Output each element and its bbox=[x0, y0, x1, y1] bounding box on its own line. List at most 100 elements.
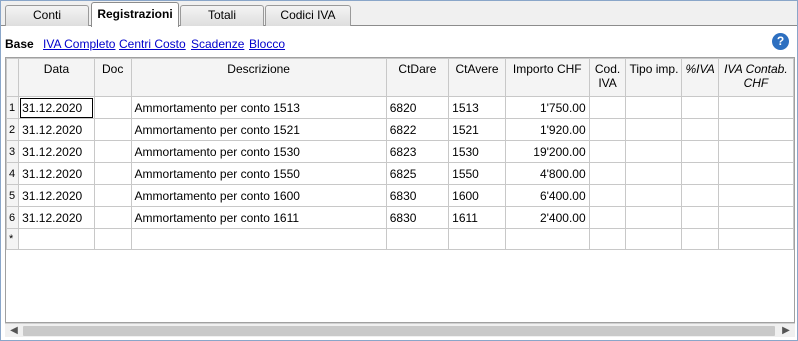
cell-ctdare[interactable]: 6830 bbox=[385, 206, 450, 229]
cell-ctdare[interactable]: 6830 bbox=[385, 184, 450, 207]
cell-doc[interactable] bbox=[93, 118, 132, 141]
cell-tipo-imp[interactable] bbox=[625, 206, 683, 229]
cell-perc-iva[interactable] bbox=[681, 96, 719, 119]
cell-descrizione[interactable]: Ammortamento per conto 1550 bbox=[130, 162, 387, 185]
cell-importo[interactable]: 2'400.00 bbox=[504, 206, 590, 229]
cell-perc-iva[interactable] bbox=[681, 228, 719, 250]
cell-data[interactable]: 31.12.2020 bbox=[18, 96, 95, 119]
cell-doc[interactable] bbox=[93, 162, 132, 185]
scroll-left-icon[interactable]: ◀ bbox=[7, 324, 21, 338]
cell-doc[interactable] bbox=[93, 140, 132, 163]
cell-iva-contab[interactable] bbox=[717, 162, 794, 185]
header-iva-contab[interactable]: IVA Contab. CHF bbox=[717, 58, 794, 97]
cell-descrizione[interactable]: Ammortamento per conto 1600 bbox=[130, 184, 387, 207]
view-centri-costo[interactable]: Centri Costo bbox=[119, 37, 186, 51]
cell-perc-iva[interactable] bbox=[681, 206, 719, 229]
cell-doc[interactable] bbox=[93, 228, 132, 250]
cell-ctavere[interactable]: 1513 bbox=[448, 96, 506, 119]
cell-importo[interactable] bbox=[504, 228, 590, 250]
cell-ctavere[interactable]: 1550 bbox=[448, 162, 506, 185]
horizontal-scrollbar[interactable]: ◀ ▶ bbox=[5, 323, 795, 337]
cell-importo[interactable]: 4'800.00 bbox=[504, 162, 590, 185]
row-number[interactable]: 6 bbox=[6, 206, 20, 229]
scroll-right-icon[interactable]: ▶ bbox=[779, 324, 793, 338]
cell-descrizione[interactable]: Ammortamento per conto 1611 bbox=[130, 206, 387, 229]
help-icon[interactable]: ? bbox=[772, 33, 789, 50]
cell-descrizione[interactable] bbox=[130, 228, 387, 250]
cell-perc-iva[interactable] bbox=[681, 140, 719, 163]
cell-tipo-imp[interactable] bbox=[625, 140, 683, 163]
tab-totali[interactable]: Totali bbox=[180, 5, 264, 26]
header-cod-iva[interactable]: Cod. IVA bbox=[588, 58, 627, 97]
cell-perc-iva[interactable] bbox=[681, 184, 719, 207]
header-tipo-imp[interactable]: Tipo imp. bbox=[625, 58, 683, 97]
table-row[interactable]: 4 31.12.2020 Ammortamento per conto 1550… bbox=[6, 162, 794, 185]
cell-ctavere[interactable]: 1521 bbox=[448, 118, 506, 141]
table-row[interactable]: 6 31.12.2020 Ammortamento per conto 1611… bbox=[6, 206, 794, 229]
header-ctavere[interactable]: CtAvere bbox=[448, 58, 506, 97]
cell-tipo-imp[interactable] bbox=[625, 228, 683, 250]
cell-ctdare[interactable]: 6825 bbox=[385, 162, 450, 185]
cell-cod-iva[interactable] bbox=[588, 96, 627, 119]
cell-data[interactable]: 31.12.2020 bbox=[18, 206, 95, 229]
new-row-marker[interactable]: * bbox=[6, 228, 20, 250]
cell-ctdare[interactable] bbox=[385, 228, 450, 250]
row-number[interactable]: 1 bbox=[6, 96, 20, 119]
cell-cod-iva[interactable] bbox=[588, 206, 627, 229]
cell-ctavere[interactable]: 1530 bbox=[448, 140, 506, 163]
header-ctdare[interactable]: CtDare bbox=[385, 58, 450, 97]
view-blocco[interactable]: Blocco bbox=[249, 37, 285, 51]
header-importo[interactable]: Importo CHF bbox=[504, 58, 590, 97]
header-doc[interactable]: Doc bbox=[93, 58, 132, 97]
cell-iva-contab[interactable] bbox=[717, 206, 794, 229]
cell-doc[interactable] bbox=[93, 96, 132, 119]
tab-registrazioni[interactable]: Registrazioni bbox=[91, 2, 179, 27]
cell-ctavere[interactable]: 1611 bbox=[448, 206, 506, 229]
table-row[interactable]: 2 31.12.2020 Ammortamento per conto 1521… bbox=[6, 118, 794, 141]
row-number[interactable]: 2 bbox=[6, 118, 20, 141]
cell-data[interactable]: 31.12.2020 bbox=[18, 118, 95, 141]
cell-ctavere[interactable]: 1600 bbox=[448, 184, 506, 207]
cell-descrizione[interactable]: Ammortamento per conto 1521 bbox=[130, 118, 387, 141]
cell-descrizione[interactable]: Ammortamento per conto 1513 bbox=[130, 96, 387, 119]
cell-descrizione[interactable]: Ammortamento per conto 1530 bbox=[130, 140, 387, 163]
cell-tipo-imp[interactable] bbox=[625, 118, 683, 141]
cell-doc[interactable] bbox=[93, 206, 132, 229]
scrollbar-thumb[interactable] bbox=[23, 326, 775, 336]
cell-iva-contab[interactable] bbox=[717, 118, 794, 141]
cell-cod-iva[interactable] bbox=[588, 140, 627, 163]
tab-conti[interactable]: Conti bbox=[5, 5, 89, 26]
cell-tipo-imp[interactable] bbox=[625, 96, 683, 119]
header-data[interactable]: Data bbox=[18, 58, 95, 97]
cell-importo[interactable]: 6'400.00 bbox=[504, 184, 590, 207]
cell-ctdare[interactable]: 6823 bbox=[385, 140, 450, 163]
table-row[interactable]: 5 31.12.2020 Ammortamento per conto 1600… bbox=[6, 184, 794, 207]
cell-importo[interactable]: 1'920.00 bbox=[504, 118, 590, 141]
cell-cod-iva[interactable] bbox=[588, 184, 627, 207]
cell-cod-iva[interactable] bbox=[588, 228, 627, 250]
cell-data[interactable]: 31.12.2020 bbox=[18, 162, 95, 185]
cell-perc-iva[interactable] bbox=[681, 118, 719, 141]
cell-iva-contab[interactable] bbox=[717, 184, 794, 207]
cell-iva-contab[interactable] bbox=[717, 96, 794, 119]
row-number[interactable]: 5 bbox=[6, 184, 20, 207]
cell-iva-contab[interactable] bbox=[717, 228, 794, 250]
table-row[interactable]: 1 31.12.2020 Ammortamento per conto 1513… bbox=[6, 96, 794, 119]
cell-ctavere[interactable] bbox=[448, 228, 506, 250]
cell-ctdare[interactable]: 6820 bbox=[385, 96, 450, 119]
header-perc-iva[interactable]: %IVA bbox=[681, 58, 719, 97]
header-descrizione[interactable]: Descrizione bbox=[130, 58, 387, 97]
tab-codici-iva[interactable]: Codici IVA bbox=[265, 5, 351, 26]
new-row[interactable]: * bbox=[6, 228, 794, 250]
cell-importo[interactable]: 1'750.00 bbox=[504, 96, 590, 119]
view-scadenze[interactable]: Scadenze bbox=[191, 37, 244, 51]
cell-cod-iva[interactable] bbox=[588, 118, 627, 141]
cell-tipo-imp[interactable] bbox=[625, 162, 683, 185]
row-number[interactable]: 3 bbox=[6, 140, 20, 163]
cell-data[interactable] bbox=[18, 228, 95, 250]
cell-doc[interactable] bbox=[93, 184, 132, 207]
cell-perc-iva[interactable] bbox=[681, 162, 719, 185]
view-iva-completo[interactable]: IVA Completo bbox=[43, 37, 115, 51]
cell-ctdare[interactable]: 6822 bbox=[385, 118, 450, 141]
cell-data[interactable]: 31.12.2020 bbox=[18, 140, 95, 163]
